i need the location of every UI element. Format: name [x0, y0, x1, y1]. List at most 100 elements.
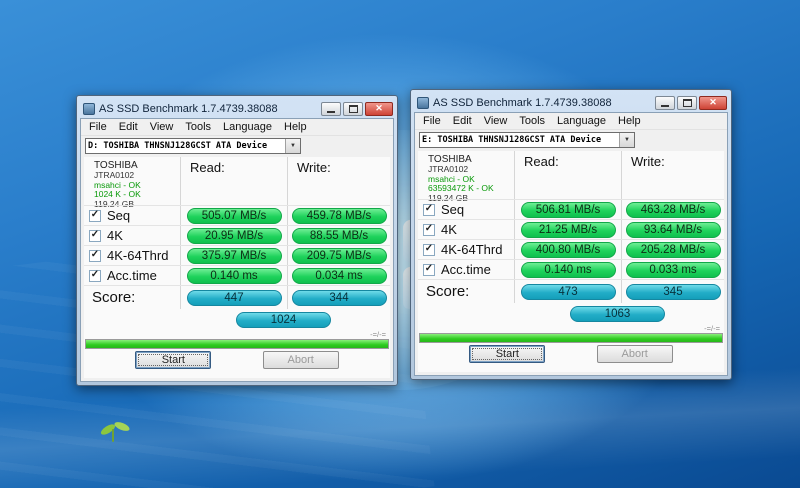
caption-buttons: ✕	[655, 96, 727, 110]
acctime-read-value: 0.140 ms	[521, 262, 616, 278]
drive-selector[interactable]: E: TOSHIBA THNSNJ128GCST ATA Device ▼	[419, 132, 635, 148]
4k64-write-value: 209.75 MB/s	[292, 248, 387, 264]
title-bar[interactable]: AS SSD Benchmark 1.7.4739.38088 ✕	[80, 99, 394, 118]
minimize-icon	[661, 105, 669, 107]
minimize-icon	[327, 111, 335, 113]
status-text: -=/-=	[84, 330, 390, 339]
row-label: 4K-64Thrd	[107, 248, 168, 263]
dropdown-arrow-icon[interactable]: ▼	[285, 139, 300, 153]
desktop: { "icons": { "check": "✓", "dropdown_arr…	[0, 0, 800, 488]
progress-bar	[419, 333, 723, 343]
seq-checkbox[interactable]: ✓	[423, 204, 435, 216]
maximize-icon	[683, 99, 692, 107]
score-write-value: 345	[626, 284, 721, 300]
minimize-button[interactable]	[321, 102, 341, 116]
score-write-value: 344	[292, 290, 387, 306]
row-label: Seq	[107, 208, 130, 223]
drive-selector-value: D: TOSHIBA THNSNJ128GCST ATA Device	[86, 139, 285, 153]
menu-help[interactable]: Help	[278, 120, 313, 134]
menu-language[interactable]: Language	[217, 120, 278, 134]
drive-selector[interactable]: D: TOSHIBA THNSNJ128GCST ATA Device ▼	[85, 138, 301, 154]
seq-write-value: 463.28 MB/s	[626, 202, 721, 218]
menu-view[interactable]: View	[478, 114, 514, 128]
menu-language[interactable]: Language	[551, 114, 612, 128]
4k64-checkbox[interactable]: ✓	[423, 244, 435, 256]
check-icon: ✓	[425, 224, 433, 234]
4k64-read-value: 400.80 MB/s	[521, 242, 616, 258]
menu-tools[interactable]: Tools	[179, 120, 217, 134]
drive-selector-value: E: TOSHIBA THNSNJ128GCST ATA Device	[420, 133, 619, 147]
score-read-value: 447	[187, 290, 282, 306]
table-row-4k64: ✓ 4K-64Thrd 400.80 MB/s 205.28 MB/s	[418, 239, 724, 259]
score-row: Score: 473 345	[418, 279, 724, 303]
4k64-checkbox[interactable]: ✓	[89, 250, 101, 262]
row-label: Acc.time	[107, 268, 157, 283]
acctime-read-value: 0.140 ms	[187, 268, 282, 284]
4k-checkbox[interactable]: ✓	[423, 224, 435, 236]
title-bar[interactable]: AS SSD Benchmark 1.7.4739.38088 ✕	[414, 93, 728, 112]
check-icon: ✓	[425, 204, 433, 214]
menu-edit[interactable]: Edit	[447, 114, 478, 128]
progress-bar	[85, 339, 389, 349]
menu-bar: File Edit View Tools Language Help	[415, 113, 727, 130]
4k-checkbox[interactable]: ✓	[89, 230, 101, 242]
close-button[interactable]: ✕	[699, 96, 727, 110]
score-label: Score:	[418, 283, 469, 300]
device-info: TOSHIBA JTRA0102 msahci - OK 1024 K - OK…	[84, 157, 180, 205]
benchmark-window-right: AS SSD Benchmark 1.7.4739.38088 ✕ File E…	[410, 89, 732, 380]
maximize-button[interactable]	[677, 96, 697, 110]
acctime-checkbox[interactable]: ✓	[89, 270, 101, 282]
check-icon: ✓	[425, 244, 433, 254]
table-row-acctime: ✓ Acc.time 0.140 ms 0.033 ms	[418, 259, 724, 279]
benchmark-panel: TOSHIBA JTRA0102 msahci - OK 1024 K - OK…	[84, 157, 390, 378]
maximize-icon	[349, 105, 358, 113]
4k64-read-value: 375.97 MB/s	[187, 248, 282, 264]
benchmark-window-left: AS SSD Benchmark 1.7.4739.38088 ✕ File E…	[76, 95, 398, 386]
acctime-write-value: 0.034 ms	[292, 268, 387, 284]
close-icon: ✕	[709, 97, 717, 108]
table-row-seq: ✓ Seq 506.81 MB/s 463.28 MB/s	[418, 199, 724, 219]
score-total-row: 1063	[418, 303, 724, 324]
seq-write-value: 459.78 MB/s	[292, 208, 387, 224]
4k-read-value: 21.25 MB/s	[521, 222, 616, 238]
menu-help[interactable]: Help	[612, 114, 647, 128]
abort-button[interactable]: Abort	[263, 351, 339, 369]
read-header: Read:	[514, 151, 621, 199]
window-body: File Edit View Tools Language Help E: TO…	[414, 112, 728, 376]
acctime-write-value: 0.033 ms	[626, 262, 721, 278]
window-title: AS SSD Benchmark 1.7.4739.38088	[433, 97, 651, 109]
score-total-row: 1024	[84, 309, 390, 330]
progress-fill	[86, 340, 388, 348]
abort-button[interactable]: Abort	[597, 345, 673, 363]
table-row-acctime: ✓ Acc.time 0.140 ms 0.034 ms	[84, 265, 390, 285]
4k64-write-value: 205.28 MB/s	[626, 242, 721, 258]
write-header: Write:	[287, 157, 390, 205]
menu-file[interactable]: File	[417, 114, 447, 128]
score-label: Score:	[84, 289, 135, 306]
maximize-button[interactable]	[343, 102, 363, 116]
window-title: AS SSD Benchmark 1.7.4739.38088	[99, 103, 317, 115]
check-icon: ✓	[91, 230, 99, 240]
write-header: Write:	[621, 151, 724, 199]
app-icon	[417, 97, 429, 109]
table-row-seq: ✓ Seq 505.07 MB/s 459.78 MB/s	[84, 205, 390, 225]
row-label: 4K-64Thrd	[441, 242, 502, 257]
start-button[interactable]: Start	[135, 351, 211, 369]
menu-file[interactable]: File	[83, 120, 113, 134]
table-row-4k: ✓ 4K 21.25 MB/s 93.64 MB/s	[418, 219, 724, 239]
info-row: TOSHIBA JTRA0102 msahci - OK 1024 K - OK…	[84, 157, 390, 205]
seq-checkbox[interactable]: ✓	[89, 210, 101, 222]
score-total-value: 1063	[570, 306, 665, 322]
info-row: TOSHIBA JTRA0102 msahci - OK 63593472 K …	[418, 151, 724, 199]
start-button[interactable]: Start	[469, 345, 545, 363]
menu-tools[interactable]: Tools	[513, 114, 551, 128]
menu-view[interactable]: View	[144, 120, 180, 134]
menu-edit[interactable]: Edit	[113, 120, 144, 134]
table-row-4k64: ✓ 4K-64Thrd 375.97 MB/s 209.75 MB/s	[84, 245, 390, 265]
minimize-button[interactable]	[655, 96, 675, 110]
dropdown-arrow-icon[interactable]: ▼	[619, 133, 634, 147]
status-text: -=/-=	[418, 324, 724, 333]
close-button[interactable]: ✕	[365, 102, 393, 116]
row-label: 4K	[441, 222, 457, 237]
acctime-checkbox[interactable]: ✓	[423, 264, 435, 276]
